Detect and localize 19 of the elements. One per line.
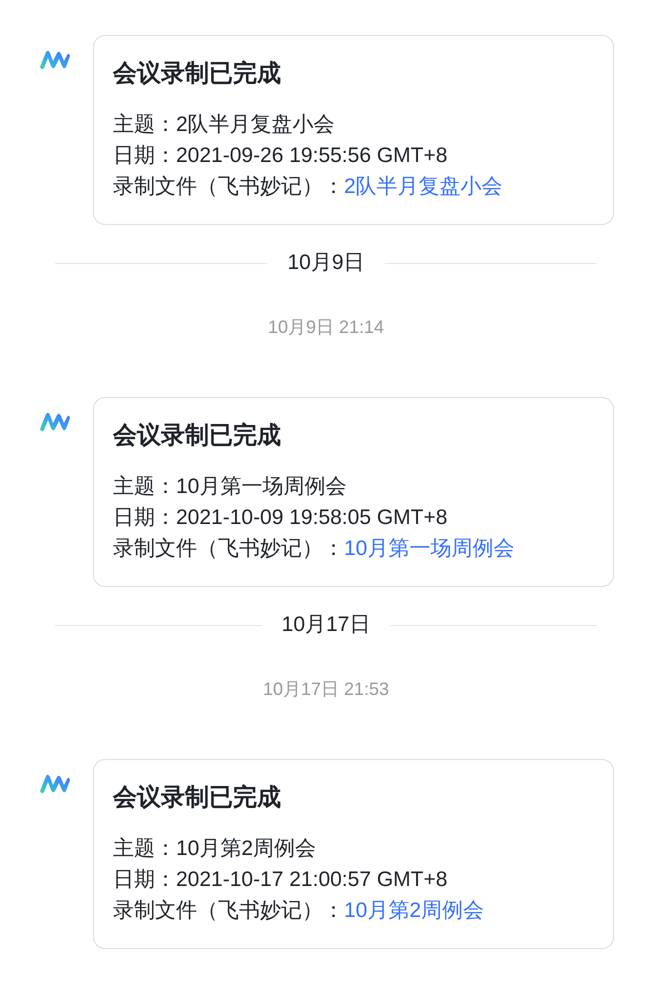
recording-link[interactable]: 10月第一场周例会 bbox=[344, 537, 514, 560]
recording-file-line: 录制文件（飞书妙记）：2队半月复盘小会 bbox=[113, 174, 504, 200]
info-line: 主题：10月第一场周例会 bbox=[113, 474, 348, 500]
info-line: 日期：2021-10-17 21:00:57 GMT+8 bbox=[113, 867, 448, 893]
recording-file-line: 录制文件（飞书妙记）：10月第2周例会 bbox=[113, 898, 486, 924]
message-timestamp: 10月9日 21:14 bbox=[268, 316, 384, 339]
recording-file-line: 录制文件（飞书妙记）：10月第一场周例会 bbox=[113, 536, 516, 562]
info-line: 日期：2021-10-09 19:58:05 GMT+8 bbox=[113, 505, 448, 531]
message-timestamp: 10月17日 21:53 bbox=[262, 678, 390, 701]
date-divider-label: 10月17日 bbox=[282, 612, 370, 638]
info-line: 日期：2021-09-26 19:55:56 GMT+8 bbox=[113, 143, 448, 169]
message-title: 会议录制已完成 bbox=[113, 421, 282, 451]
message-title: 会议录制已完成 bbox=[113, 59, 282, 89]
message-title: 会议录制已完成 bbox=[113, 783, 282, 813]
info-line: 主题：2队半月复盘小会 bbox=[113, 112, 336, 138]
recording-link[interactable]: 10月第2周例会 bbox=[344, 899, 484, 922]
date-divider-label: 10月9日 bbox=[287, 250, 365, 276]
recording-link[interactable]: 2队半月复盘小会 bbox=[344, 175, 503, 198]
info-line: 主题：10月第2周例会 bbox=[113, 836, 318, 862]
